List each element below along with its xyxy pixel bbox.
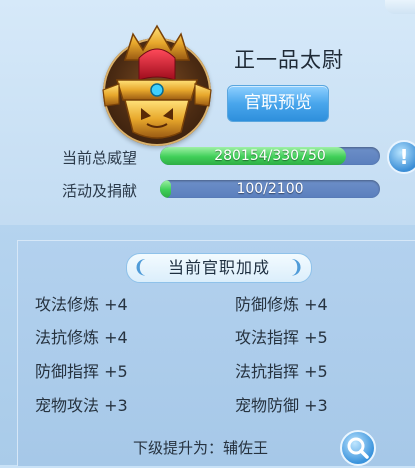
corner-decoration [385, 0, 415, 14]
swirl-right-icon: ❩ [288, 257, 305, 278]
bonus-item: 法抗指挥 +5 [235, 358, 328, 382]
golden-helmet-icon [102, 24, 212, 146]
bonus-value: +4 [104, 328, 128, 347]
bonus-name: 法抗修炼 [35, 328, 100, 347]
contribution-label: 活动及捐献 [62, 182, 138, 200]
bonus-section-title: ❨ 当前官职加成 ❩ [126, 253, 312, 283]
next-rank-label: 下级提升为： [133, 439, 224, 457]
swirl-left-icon: ❨ [133, 257, 150, 278]
bonus-value: +4 [104, 295, 128, 314]
bonus-name: 攻法修炼 [35, 295, 100, 314]
bonus-value: +3 [104, 396, 128, 415]
bonus-item: 宠物防御 +3 [235, 392, 328, 416]
bonus-item: 宠物攻法 +3 [35, 392, 128, 416]
bonus-item: 攻法指挥 +5 [235, 324, 328, 348]
contribution-bar: 100/2100 [160, 180, 380, 198]
bonus-item: 防御修炼 +4 [235, 291, 328, 315]
bonus-name: 防御修炼 [235, 295, 300, 314]
bonus-value: +3 [304, 396, 328, 415]
bonus-name: 宠物攻法 [35, 396, 100, 415]
bonus-item: 防御指挥 +5 [35, 358, 128, 382]
next-rank-line: 下级提升为：辅佐王 [133, 437, 268, 458]
prestige-bar: 280154/330750 [160, 147, 380, 165]
rank-title: 正一品太尉 [234, 48, 344, 72]
contribution-value: 100/2100 [236, 181, 304, 197]
bonus-value: +5 [304, 362, 328, 381]
exclamation-icon[interactable]: ! [387, 140, 415, 174]
bonus-name: 防御指挥 [35, 362, 100, 381]
bonus-name: 攻法指挥 [235, 328, 300, 347]
bonus-value: +5 [304, 328, 328, 347]
bonus-name: 宠物防御 [235, 396, 300, 415]
prestige-value: 280154/330750 [214, 148, 326, 164]
rank-preview-button[interactable]: 官职预览 [227, 85, 329, 122]
magnifier-icon[interactable] [340, 430, 376, 466]
bonus-value: +5 [104, 362, 128, 381]
bonus-section-title-text: 当前官职加成 [167, 258, 270, 277]
bonus-name: 法抗指挥 [235, 362, 300, 381]
bonus-value: +4 [304, 295, 328, 314]
prestige-label: 当前总威望 [62, 149, 138, 167]
bonus-item: 攻法修炼 +4 [35, 291, 128, 315]
bonus-item: 法抗修炼 +4 [35, 324, 128, 348]
next-rank-name: 辅佐王 [223, 439, 269, 457]
